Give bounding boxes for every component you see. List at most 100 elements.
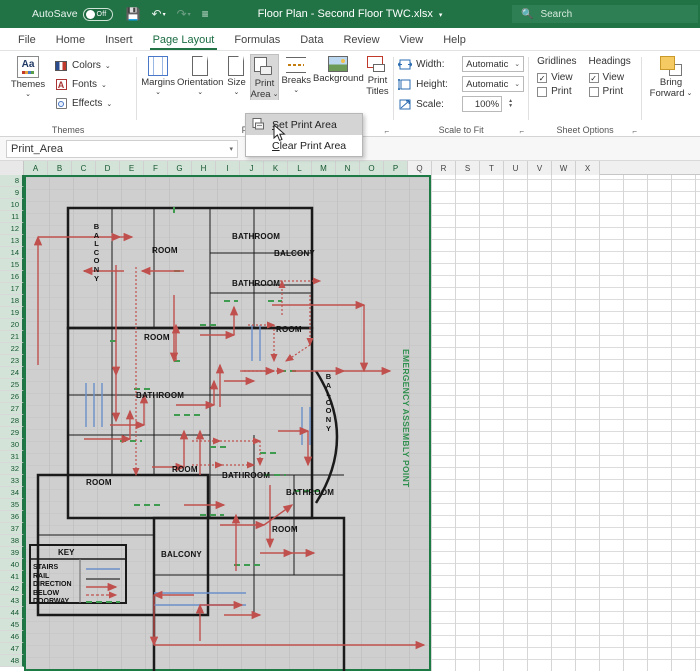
column-header-A[interactable]: A xyxy=(24,161,48,175)
autosave-control[interactable]: AutoSave Off xyxy=(32,8,113,21)
column-header-M[interactable]: M xyxy=(312,161,336,175)
column-header-C[interactable]: C xyxy=(72,161,96,175)
row-header-48[interactable]: 48 xyxy=(0,655,24,667)
tab-review[interactable]: Review xyxy=(333,32,389,50)
column-header-Q[interactable]: Q xyxy=(408,161,432,175)
size-button[interactable]: Size ⌄ xyxy=(225,54,247,96)
sheet-options-dialog-launcher-icon[interactable]: ⌐ xyxy=(632,127,637,136)
orientation-button[interactable]: Orientation ⌄ xyxy=(177,54,223,96)
menu-item-set-print-area[interactable]: Set Print Area xyxy=(246,114,362,135)
row-header-37[interactable]: 37 xyxy=(0,523,24,535)
column-header-L[interactable]: L xyxy=(288,161,312,175)
row-header-27[interactable]: 27 xyxy=(0,403,24,415)
column-header-O[interactable]: O xyxy=(360,161,384,175)
breaks-button[interactable]: Breaks ⌄ xyxy=(281,54,311,94)
row-header-8[interactable]: 8 xyxy=(0,175,24,187)
row-header-26[interactable]: 26 xyxy=(0,391,24,403)
search-input[interactable]: 🔍 Search xyxy=(512,5,698,23)
row-header-19[interactable]: 19 xyxy=(0,307,24,319)
height-value-field[interactable]: Automatic ⌄ xyxy=(462,76,524,92)
print-area-button[interactable]: Print Area ⌄ xyxy=(250,54,280,100)
row-header-23[interactable]: 23 xyxy=(0,355,24,367)
tab-file[interactable]: File xyxy=(8,32,46,50)
themes-button[interactable]: Aa Themes ⌄ xyxy=(4,54,52,98)
column-header-B[interactable]: B xyxy=(48,161,72,175)
row-header-36[interactable]: 36 xyxy=(0,511,24,523)
row-header-9[interactable]: 9 xyxy=(0,187,24,199)
column-header-F[interactable]: F xyxy=(144,161,168,175)
row-header-44[interactable]: 44 xyxy=(0,607,24,619)
row-header-25[interactable]: 25 xyxy=(0,379,24,391)
headings-print-checkbox[interactable]: Print xyxy=(589,86,631,97)
column-header-K[interactable]: K xyxy=(264,161,288,175)
row-header-33[interactable]: 33 xyxy=(0,475,24,487)
column-header-W[interactable]: W xyxy=(552,161,576,175)
fonts-button[interactable]: A Fonts ⌄ xyxy=(54,75,112,94)
column-header-H[interactable]: H xyxy=(192,161,216,175)
worksheet-grid[interactable]: ABCDEFGHIJKLMNOPQRSTUVWX 891011121314151… xyxy=(0,161,700,671)
tab-insert[interactable]: Insert xyxy=(95,32,143,50)
floor-plan-drawing[interactable]: ROOMBATHROOMBATHROOMBALCONYROOMROOMBATHR… xyxy=(24,175,431,671)
column-header-E[interactable]: E xyxy=(120,161,144,175)
column-header-S[interactable]: S xyxy=(456,161,480,175)
height-control[interactable]: Height: Automatic ⌄ xyxy=(398,76,524,92)
row-header-28[interactable]: 28 xyxy=(0,415,24,427)
column-header-T[interactable]: T xyxy=(480,161,504,175)
column-header-P[interactable]: P xyxy=(384,161,408,175)
bring-forward-button[interactable]: Bring Forward ⌄ xyxy=(646,54,696,99)
row-header-40[interactable]: 40 xyxy=(0,559,24,571)
row-header-14[interactable]: 14 xyxy=(0,247,24,259)
row-header-34[interactable]: 34 xyxy=(0,487,24,499)
column-header-X[interactable]: X xyxy=(576,161,600,175)
width-value-field[interactable]: Automatic ⌄ xyxy=(462,56,524,72)
headings-view-checkbox[interactable]: ✓ View xyxy=(589,72,631,83)
column-header-J[interactable]: J xyxy=(240,161,264,175)
background-button[interactable]: Background xyxy=(313,54,364,85)
customize-quick-access-icon[interactable]: ≡ xyxy=(202,8,209,20)
scale-spinner[interactable]: ▲▼ xyxy=(508,99,513,109)
column-header-G[interactable]: G xyxy=(168,161,192,175)
row-header-41[interactable]: 41 xyxy=(0,571,24,583)
tab-help[interactable]: Help xyxy=(433,32,476,50)
tab-home[interactable]: Home xyxy=(46,32,95,50)
row-header-45[interactable]: 45 xyxy=(0,619,24,631)
row-header-22[interactable]: 22 xyxy=(0,343,24,355)
document-title-caret-icon[interactable]: ▾ xyxy=(439,12,443,19)
scale-control[interactable]: Scale: 100% ▲▼ xyxy=(398,96,513,112)
column-header-N[interactable]: N xyxy=(336,161,360,175)
row-header-20[interactable]: 20 xyxy=(0,319,24,331)
column-header-V[interactable]: V xyxy=(528,161,552,175)
redo-button[interactable]: ↷ ▾ xyxy=(177,8,191,20)
row-header-39[interactable]: 39 xyxy=(0,547,24,559)
column-header-U[interactable]: U xyxy=(504,161,528,175)
row-header-32[interactable]: 32 xyxy=(0,463,24,475)
save-icon[interactable]: 💾 xyxy=(126,8,141,20)
undo-button[interactable]: ↶ ▾ xyxy=(152,8,166,20)
row-header-12[interactable]: 12 xyxy=(0,223,24,235)
print-titles-button[interactable]: Print Titles xyxy=(366,54,389,97)
row-header-30[interactable]: 30 xyxy=(0,439,24,451)
row-header-29[interactable]: 29 xyxy=(0,427,24,439)
row-header-15[interactable]: 15 xyxy=(0,259,24,271)
tab-page-layout[interactable]: Page Layout xyxy=(143,32,225,50)
row-header-35[interactable]: 35 xyxy=(0,499,24,511)
row-header-16[interactable]: 16 xyxy=(0,271,24,283)
width-control[interactable]: Width: Automatic ⌄ xyxy=(398,56,524,72)
row-header-18[interactable]: 18 xyxy=(0,295,24,307)
tab-data[interactable]: Data xyxy=(290,32,333,50)
scale-value-field[interactable]: 100% xyxy=(462,96,502,112)
gridlines-view-checkbox[interactable]: ✓ View xyxy=(537,72,576,83)
tab-formulas[interactable]: Formulas xyxy=(224,32,290,50)
row-header-10[interactable]: 10 xyxy=(0,199,24,211)
row-header-24[interactable]: 24 xyxy=(0,367,24,379)
column-header-I[interactable]: I xyxy=(216,161,240,175)
name-box[interactable]: Print_Area ▾ xyxy=(6,140,238,158)
menu-item-clear-print-area[interactable]: Clear Print Area xyxy=(246,135,362,156)
row-header-42[interactable]: 42 xyxy=(0,583,24,595)
row-header-21[interactable]: 21 xyxy=(0,331,24,343)
column-header-R[interactable]: R xyxy=(432,161,456,175)
scale-to-fit-dialog-launcher-icon[interactable]: ⌐ xyxy=(519,127,524,136)
row-header-43[interactable]: 43 xyxy=(0,595,24,607)
row-header-47[interactable]: 47 xyxy=(0,643,24,655)
row-header-31[interactable]: 31 xyxy=(0,451,24,463)
